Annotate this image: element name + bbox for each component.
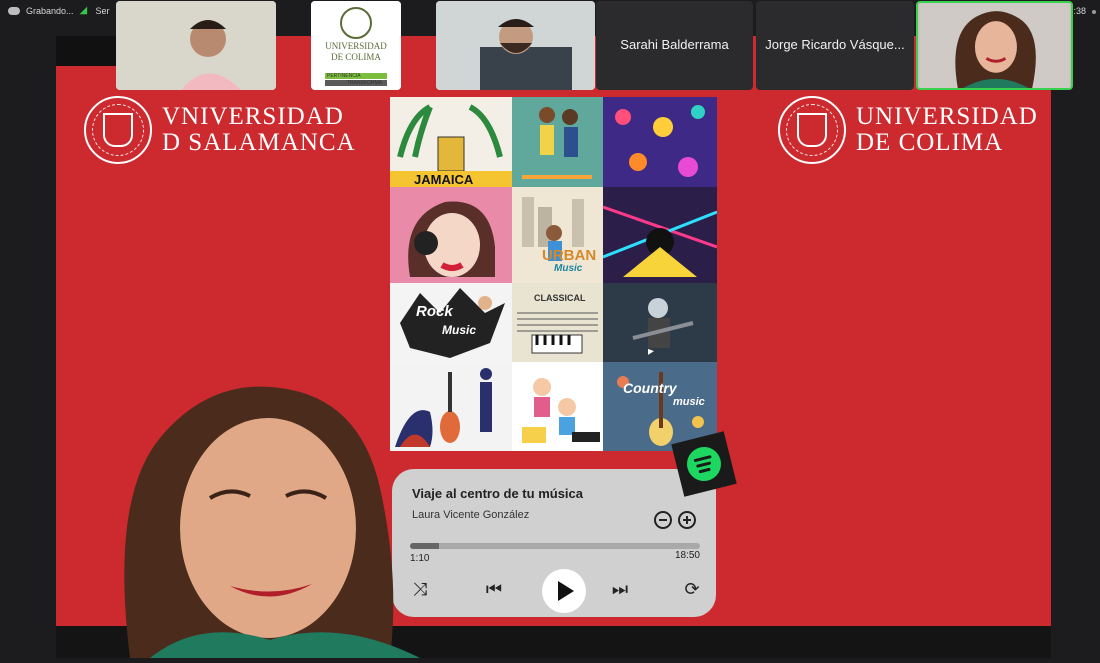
kids-band-tile [512, 362, 603, 451]
participant-logo-line1: UNIVERSIDAD [325, 41, 387, 51]
participant-name: Jorge Ricardo Vásque... [765, 37, 905, 52]
menu-dot-icon[interactable] [1092, 10, 1096, 14]
recording-label: Grabando... [26, 6, 74, 16]
share-label: Ser [95, 6, 110, 16]
salamanca-logo-line2: D SALAMANCA [162, 129, 356, 156]
next-icon[interactable]: ⏭ [606, 569, 634, 609]
rock-sub-label: Music [442, 323, 477, 337]
slide-top-edge [56, 36, 116, 66]
rock-label: Rock [416, 303, 453, 320]
plus-icon[interactable] [678, 511, 696, 529]
jamaica-label: JAMAICA [414, 172, 474, 187]
play-button[interactable] [542, 569, 586, 613]
urban-music-tile: URBAN Music [512, 187, 603, 283]
country-sub-label: music [673, 396, 705, 408]
salamanca-logo-line1: VNIVERSIDAD [162, 102, 344, 130]
classical-tile: CLASSICAL [512, 283, 603, 362]
carnival-tile [603, 97, 717, 187]
edm-tile [603, 187, 717, 283]
participant-gallery: UNIVERSIDAD DE COLIMA PERTINENCIA TRANSF… [116, 0, 1076, 92]
colima-seal-icon [778, 96, 846, 164]
urban-sub-label: Music [554, 263, 583, 274]
participant-logo-line2: DE COLIMA [331, 51, 381, 62]
salamanca-logo: VNIVERSIDAD D SALAMANCA [84, 96, 356, 164]
salamanca-seal-icon [84, 96, 152, 164]
country-label: Country [623, 380, 677, 396]
participant-tile-active-speaker[interactable] [916, 1, 1073, 90]
cloud-icon [8, 7, 20, 15]
broadcast-icon: ◢ [79, 5, 88, 16]
classical-label: CLASSICAL [534, 293, 586, 303]
participant-tag-line1: PERTINENCIA [327, 73, 361, 79]
dance-tile [512, 97, 603, 187]
play-icon [558, 581, 574, 601]
participant-name: Sarahi Balderrama [620, 37, 729, 52]
participant-tile-2[interactable]: UNIVERSIDAD DE COLIMA PERTINENCIA TRANSF… [311, 1, 401, 90]
participant-tile-1[interactable] [116, 1, 276, 90]
participant-tile-3[interactable] [436, 1, 595, 90]
recording-status: Grabando... ◢ Ser [8, 4, 110, 18]
progress-bar[interactable] [410, 543, 700, 549]
participant-tag-line2: TRANSFORMA [347, 80, 382, 86]
total-time: 18:50 [674, 550, 700, 561]
colima-logo-line2: DE COLIMA [856, 129, 1004, 156]
headphones-girl-tile [390, 187, 512, 283]
urban-label: URBAN [542, 247, 597, 264]
participant-tile-sarahi[interactable]: Sarahi Balderrama [596, 1, 753, 90]
metal-tile [603, 283, 717, 362]
previous-icon[interactable]: ⏮ [480, 569, 508, 609]
participant-tile-jorge[interactable]: Jorge Ricardo Vásque... [756, 1, 914, 90]
presenter-video-overlay [90, 378, 450, 658]
colima-logo: UNIVERSIDAD DE COLIMA [778, 96, 1038, 164]
repeat-icon[interactable]: ⟳ [678, 569, 706, 609]
jamaica-tile: JAMAICA [390, 97, 512, 187]
minus-icon[interactable] [654, 511, 672, 529]
colima-logo-line1: UNIVERSIDAD [856, 102, 1038, 130]
rock-music-tile: Rock Music [390, 283, 512, 362]
